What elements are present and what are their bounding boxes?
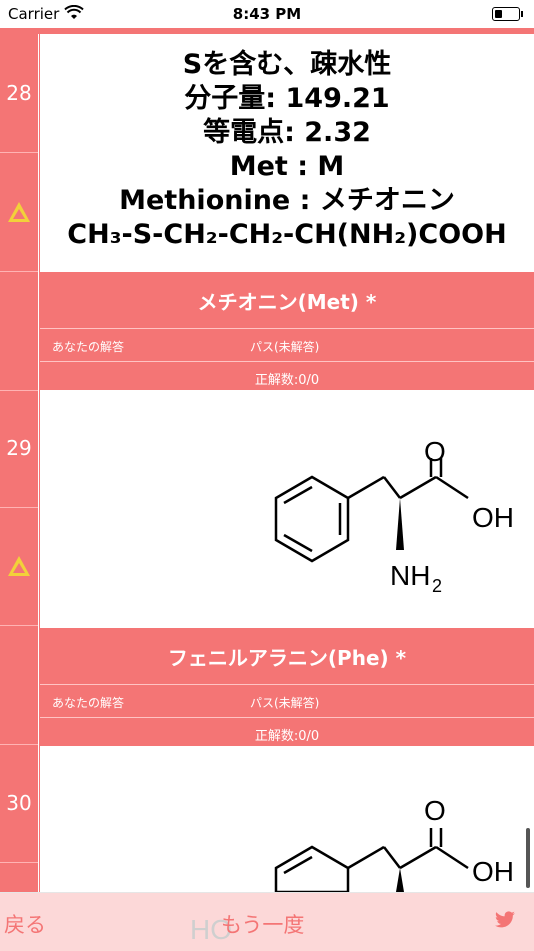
bottom-toolbar: HO 戻る もう一度 bbox=[0, 892, 534, 951]
empty-cell bbox=[0, 272, 38, 391]
your-answer-value: パス(未解答) bbox=[250, 696, 320, 710]
hydroxyl-label: OH bbox=[472, 856, 514, 887]
answer-block-met[interactable]: メチオニン(Met) * あなたの解答 パス(未解答) 正解数:0/0 bbox=[40, 272, 534, 394]
methionine-info-card: Sを含む、疎水性 分子量: 149.21 等電点: 2.32 Met : M M… bbox=[40, 34, 534, 272]
back-button[interactable]: 戻る bbox=[4, 909, 46, 939]
amine-subscript: 2 bbox=[432, 576, 442, 596]
question-number: 30 bbox=[6, 791, 32, 815]
question-number: 28 bbox=[6, 81, 32, 105]
amino-acid-name: Methionine : メチオニン bbox=[119, 185, 455, 216]
answer-title: メチオニン(Met) * bbox=[40, 272, 534, 329]
row-28-number-cell: 28 bbox=[0, 34, 38, 153]
hydroxyl-label: OH bbox=[472, 502, 514, 533]
question-number: 29 bbox=[6, 436, 32, 460]
row-30-number-cell: 30 bbox=[0, 744, 38, 863]
chemical-formula: CH₃-S-CH₂-CH₂-CH(NH₂)COOH bbox=[67, 219, 507, 250]
tyrosine-structure-card: O OH bbox=[40, 746, 534, 892]
row-28-status-cell[interactable] bbox=[0, 153, 38, 272]
isoelectric-point: 等電点: 2.32 bbox=[203, 117, 371, 148]
phenylalanine-structure-image: O OH NH 2 bbox=[274, 436, 514, 596]
property-text: Sを含む、疎水性 bbox=[182, 49, 392, 80]
status-bar: Carrier 8:43 PM bbox=[0, 0, 534, 28]
row-29-number-cell: 29 bbox=[0, 389, 38, 508]
empty-cell bbox=[0, 626, 38, 745]
answer-block-phe[interactable]: フェニルアラニン(Phe) * あなたの解答 パス(未解答) 正解数:0/0 bbox=[40, 628, 534, 750]
molecular-weight: 分子量: 149.21 bbox=[184, 83, 390, 114]
tyrosine-structure-image: O OH bbox=[274, 795, 514, 892]
amine-label: NH bbox=[390, 560, 430, 591]
row-29-status-cell[interactable] bbox=[0, 507, 38, 626]
your-answer-row: あなたの解答 パス(未解答) bbox=[40, 685, 534, 718]
your-answer-label: あなたの解答 bbox=[52, 696, 125, 710]
warning-triangle-icon bbox=[8, 556, 30, 576]
clock: 8:43 PM bbox=[232, 5, 302, 23]
retry-button[interactable]: もう一度 bbox=[221, 909, 304, 939]
oxygen-label: O bbox=[424, 795, 446, 826]
your-answer-value: パス(未解答) bbox=[250, 340, 320, 354]
left-column: 28 29 30 bbox=[0, 34, 39, 892]
your-answer-label: あなたの解答 bbox=[52, 340, 125, 354]
scrollbar[interactable] bbox=[526, 828, 530, 888]
abbreviation: Met : M bbox=[229, 151, 345, 182]
warning-triangle-icon bbox=[8, 202, 30, 222]
battery-icon bbox=[492, 7, 523, 21]
phenylalanine-structure-card: O OH NH 2 bbox=[40, 390, 534, 628]
oxygen-label: O bbox=[424, 436, 446, 467]
answer-title: フェニルアラニン(Phe) * bbox=[40, 628, 534, 685]
twitter-icon[interactable] bbox=[494, 911, 516, 933]
your-answer-row: あなたの解答 パス(未解答) bbox=[40, 329, 534, 362]
